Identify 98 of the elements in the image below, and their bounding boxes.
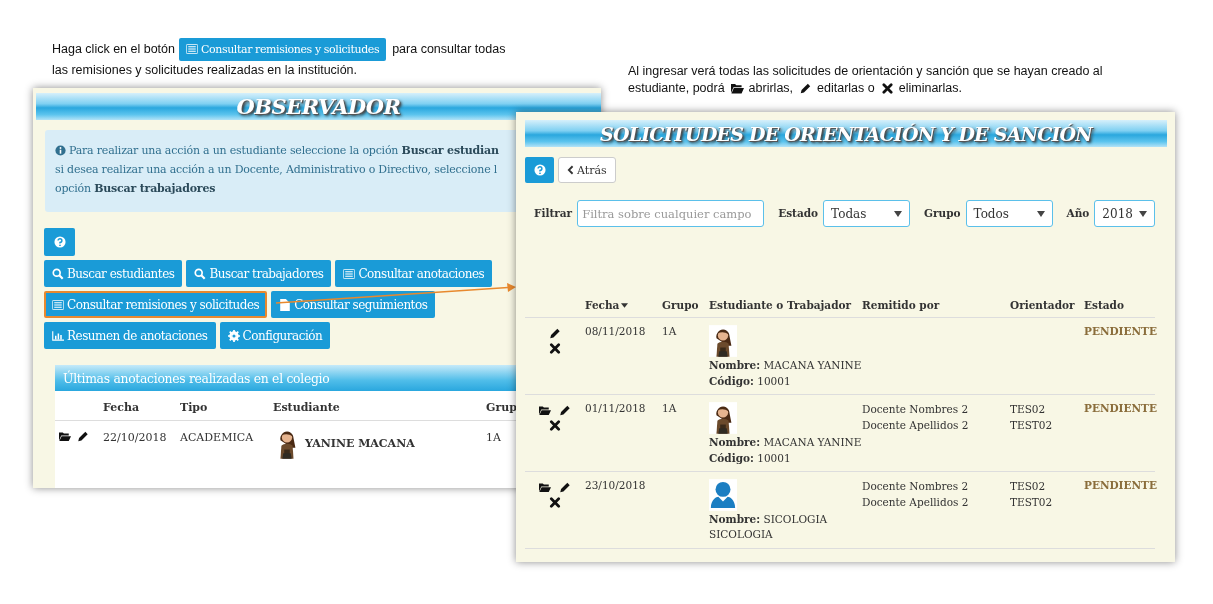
- help-button[interactable]: [525, 157, 554, 183]
- instruction-text: abrirlas,: [748, 80, 794, 97]
- help-button[interactable]: [44, 228, 75, 256]
- table-cell-text: Docente Nombres 2: [862, 402, 970, 417]
- instruction-text: Al ingresar verá todas las solicitudes de orientación y sanción que se hayan creado al: [628, 63, 1103, 80]
- menu-button[interactable]: Consultar seguimientos: [271, 291, 436, 318]
- column-header: Estudiante o Trabajador: [709, 299, 852, 311]
- menu-button[interactable]: Buscar estudiantes: [44, 260, 183, 287]
- status-label: PENDIENTE: [1084, 479, 1157, 491]
- instruction-text: para consultar todas: [392, 40, 506, 58]
- column-header: Remitido por: [862, 299, 940, 311]
- menu-button[interactable]: Consultar remisiones y solicitudes: [44, 291, 268, 318]
- caret-icon: [894, 210, 903, 217]
- pencil-icon: [77, 431, 89, 442]
- column-header: Estado: [1084, 299, 1124, 311]
- list-icon: [343, 267, 356, 280]
- dropdown[interactable]: 2018: [1094, 200, 1156, 227]
- menu-button[interactable]: Buscar trabajadores: [186, 260, 332, 287]
- table-cell: 1A: [662, 325, 677, 337]
- table-cell-text: ACADEMICA: [180, 431, 255, 444]
- instruction-text: Haga click en el botón: [52, 40, 175, 58]
- column-header: Fecha: [103, 401, 141, 414]
- list-icon: [52, 298, 64, 311]
- file-icon: [279, 298, 292, 311]
- student-name: Nombre: SICOLOGIA SICOLOGIA: [709, 512, 829, 542]
- caret-icon: [1139, 210, 1148, 217]
- search-icon: [194, 267, 207, 280]
- table-cell-text: 01/11/2018: [585, 402, 647, 414]
- student-name: Nombre: MACANA YANINE: [709, 435, 862, 450]
- column-header: Tipo: [180, 401, 209, 414]
- info-text: si desea realizar una acción a un Docente, Administrativo o Directivo, seleccione l: [55, 162, 498, 178]
- menu-button[interactable]: Resumen de anotaciones: [44, 322, 216, 349]
- bar-chart-icon: [52, 329, 64, 342]
- folder-icon: [539, 405, 551, 416]
- window-title: SOLICITUDES DE ORIENTACIÓN Y DE SANCIÓN: [600, 122, 1092, 145]
- table-cell-text: TES02: [1010, 402, 1047, 417]
- filter-label: Estado: [778, 206, 819, 219]
- student-code: Código: 10001: [709, 451, 792, 466]
- back-button[interactable]: Atrás: [558, 157, 616, 183]
- dropdown[interactable]: Todas: [823, 200, 911, 227]
- pencil-icon: [559, 482, 571, 493]
- filter-label: Filtrar: [534, 206, 573, 219]
- instruction-text: eliminarlas.: [898, 80, 962, 97]
- dropdown[interactable]: Todos: [965, 200, 1053, 227]
- list-icon: [186, 44, 198, 54]
- table-cell-text: 08/11/2018: [585, 325, 647, 337]
- table-cell-text: TEST02: [1010, 418, 1054, 433]
- delete-icon: [880, 83, 894, 94]
- status-label: PENDIENTE: [1084, 402, 1157, 414]
- sort-caret-icon: [621, 302, 629, 308]
- help-icon: [533, 164, 546, 176]
- filter-field[interactable]: Filtra sobre cualquier campo: [577, 200, 765, 227]
- settings-icon: [227, 329, 240, 342]
- menu-button[interactable]: Configuración: [219, 322, 331, 349]
- column-header: Estudiante: [273, 401, 341, 414]
- filter-label: Grupo: [924, 206, 961, 219]
- table-cell-text: 1A: [486, 431, 502, 444]
- table-cell: 1A: [662, 402, 677, 414]
- student-code: Código: 10001: [709, 374, 792, 389]
- status-label: PENDIENTE: [1084, 325, 1157, 337]
- help-icon: [53, 236, 66, 248]
- window-title: OBSERVADOR: [236, 94, 401, 119]
- info-icon: [55, 145, 66, 156]
- delete-icon: [549, 497, 561, 508]
- delete-icon: [549, 343, 561, 354]
- info-text: opción Buscar trabajadores: [55, 181, 216, 197]
- table-cell-text: 23/10/2018: [585, 479, 647, 491]
- column-header: Grup: [486, 401, 518, 414]
- instruction-text: las remisiones y solicitudes realizadas en la institución.: [52, 62, 357, 79]
- pencil-icon: [549, 328, 561, 339]
- table-cell-text: Docente Apellidos 2: [862, 418, 970, 433]
- student-name: YANINE MACANA: [305, 436, 415, 450]
- column-header: Orientador: [1010, 299, 1075, 311]
- folder-icon: [59, 431, 71, 442]
- table-cell-text: 22/10/2018: [103, 431, 168, 444]
- folder-icon: [730, 83, 744, 94]
- table-cell-text: TES02: [1010, 479, 1047, 494]
- search-icon: [52, 267, 64, 280]
- pencil-icon: [559, 405, 571, 416]
- student-name: Nombre: MACANA YANINE: [709, 358, 862, 373]
- delete-icon: [549, 420, 561, 431]
- folder-icon: [539, 482, 551, 493]
- button-sample: Consultar remisiones y solicitudes: [179, 37, 387, 61]
- table-cell-text: Docente Nombres 2: [862, 479, 970, 494]
- instruction-text: estudiante, podrá: [628, 80, 725, 97]
- filter-label: Año: [1066, 206, 1090, 219]
- table-cell-text: Docente Apellidos 2: [862, 495, 970, 510]
- instruction-text: editarlas o: [817, 80, 875, 97]
- user-icon: [709, 479, 737, 511]
- column-header: Fecha: [585, 299, 620, 311]
- menu-button[interactable]: Consultar anotaciones: [335, 260, 493, 287]
- pencil-icon: [799, 83, 813, 94]
- table-cell-text: TEST02: [1010, 495, 1054, 510]
- caret-icon: [1036, 210, 1045, 217]
- panel-title: Últimas anotaciones realizadas en el colegio: [63, 370, 330, 386]
- chevron-icon: [567, 165, 574, 175]
- column-header: Grupo: [662, 299, 699, 311]
- info-text: Para realizar una acción a un estudiante seleccione la opción Buscar estudian: [69, 143, 499, 159]
